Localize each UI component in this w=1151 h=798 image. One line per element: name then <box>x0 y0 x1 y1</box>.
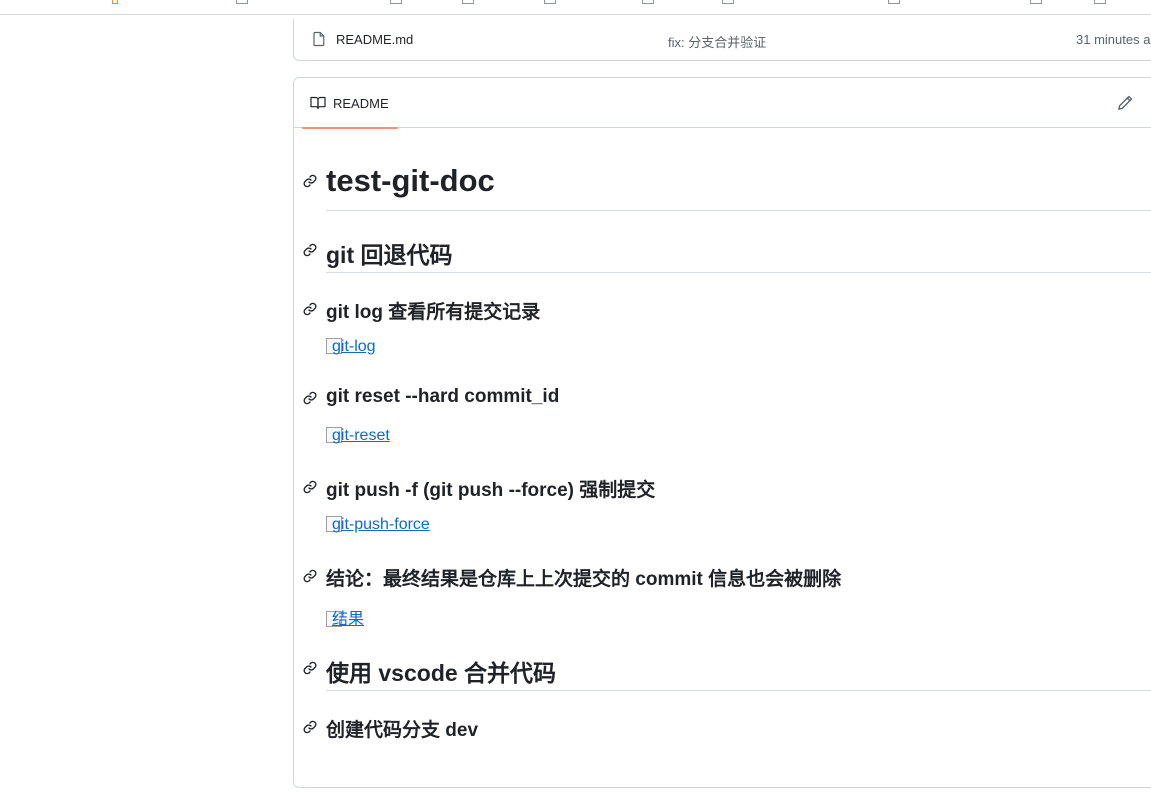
heading-git-log: git log 查看所有提交记录 <box>303 297 1151 323</box>
toolbar-fragment <box>1030 0 1042 4</box>
commit-message-link[interactable]: fix: 分支合并验证 <box>668 32 766 51</box>
tab-readme-label: README <box>333 96 389 111</box>
pencil-icon[interactable] <box>1116 94 1134 112</box>
readme-header: README <box>294 78 1151 129</box>
toolbar-fragment <box>722 0 734 4</box>
heading-git-push: git push -f (git push --force) 强制提交 <box>303 475 1151 501</box>
toolbar-fragment <box>888 0 900 4</box>
toolbar-fragment <box>642 0 654 4</box>
heading-git-reset: git reset --hard commit_id <box>303 386 1151 412</box>
heading-text: 结论：最终结果是仓库上上次提交的 commit 信息也会被删除 <box>326 569 842 590</box>
commit-time: 31 minutes a <box>1076 32 1151 47</box>
image-link-result[interactable]: 结果 <box>326 605 364 629</box>
heading-create-branch: 创建代码分支 dev <box>303 715 1151 741</box>
book-icon <box>310 96 326 110</box>
heading-text: 创建代码分支 dev <box>326 720 479 741</box>
image-link-git-push-force[interactable]: git-push-force <box>326 516 430 534</box>
link-icon[interactable] <box>302 568 318 584</box>
link-icon[interactable] <box>302 242 318 258</box>
heading-title: test-git-doc <box>303 163 1151 211</box>
image-alt-text: 结果 <box>332 611 365 628</box>
file-list: README.md fix: 分支合并验证 31 minutes a <box>293 19 1151 61</box>
heading-text: git push -f (git push --force) 强制提交 <box>326 480 656 501</box>
tab-readme[interactable]: README <box>302 78 398 129</box>
heading-text: 使用 vscode 合并代码 <box>326 660 557 686</box>
heading-text: test-git-doc <box>326 163 495 198</box>
heading-text: git reset --hard commit_id <box>326 386 560 407</box>
image-alt-text: git-push-force <box>332 516 430 533</box>
toolbar-fragment <box>462 0 474 4</box>
image-link-git-log[interactable]: git-log <box>326 338 376 356</box>
link-icon[interactable] <box>302 479 318 495</box>
link-icon[interactable] <box>302 301 318 317</box>
link-icon[interactable] <box>302 719 318 735</box>
heading-text: git 回退代码 <box>326 242 453 268</box>
heading-vscode-merge: 使用 vscode 合并代码 <box>303 654 1151 691</box>
image-alt-text: git-reset <box>332 427 390 444</box>
image-alt-text: git-log <box>332 338 376 355</box>
link-icon[interactable] <box>302 660 318 676</box>
readme-panel: README test-git-doc git 回退代码 git log 查看所… <box>293 77 1151 788</box>
heading-conclusion: 结论：最终结果是仓库上上次提交的 commit 信息也会被删除 <box>303 564 1151 590</box>
file-name-link[interactable]: README.md <box>336 32 413 47</box>
toolbar-fragment <box>390 0 402 4</box>
file-icon <box>313 31 325 47</box>
toolbar-fragment <box>1094 0 1106 4</box>
top-toolbar-strip <box>0 0 1151 15</box>
heading-text: git log 查看所有提交记录 <box>326 302 541 323</box>
tab-active-indicator <box>302 127 398 129</box>
link-icon[interactable] <box>302 390 318 406</box>
link-icon[interactable] <box>302 173 318 189</box>
heading-rollback: git 回退代码 <box>303 236 1151 273</box>
toolbar-fragment <box>544 0 556 4</box>
file-row[interactable]: README.md fix: 分支合并验证 31 minutes a <box>294 19 1151 61</box>
toolbar-fragment <box>112 0 118 4</box>
image-link-git-reset[interactable]: git-reset <box>326 427 390 445</box>
toolbar-fragment <box>236 0 248 4</box>
